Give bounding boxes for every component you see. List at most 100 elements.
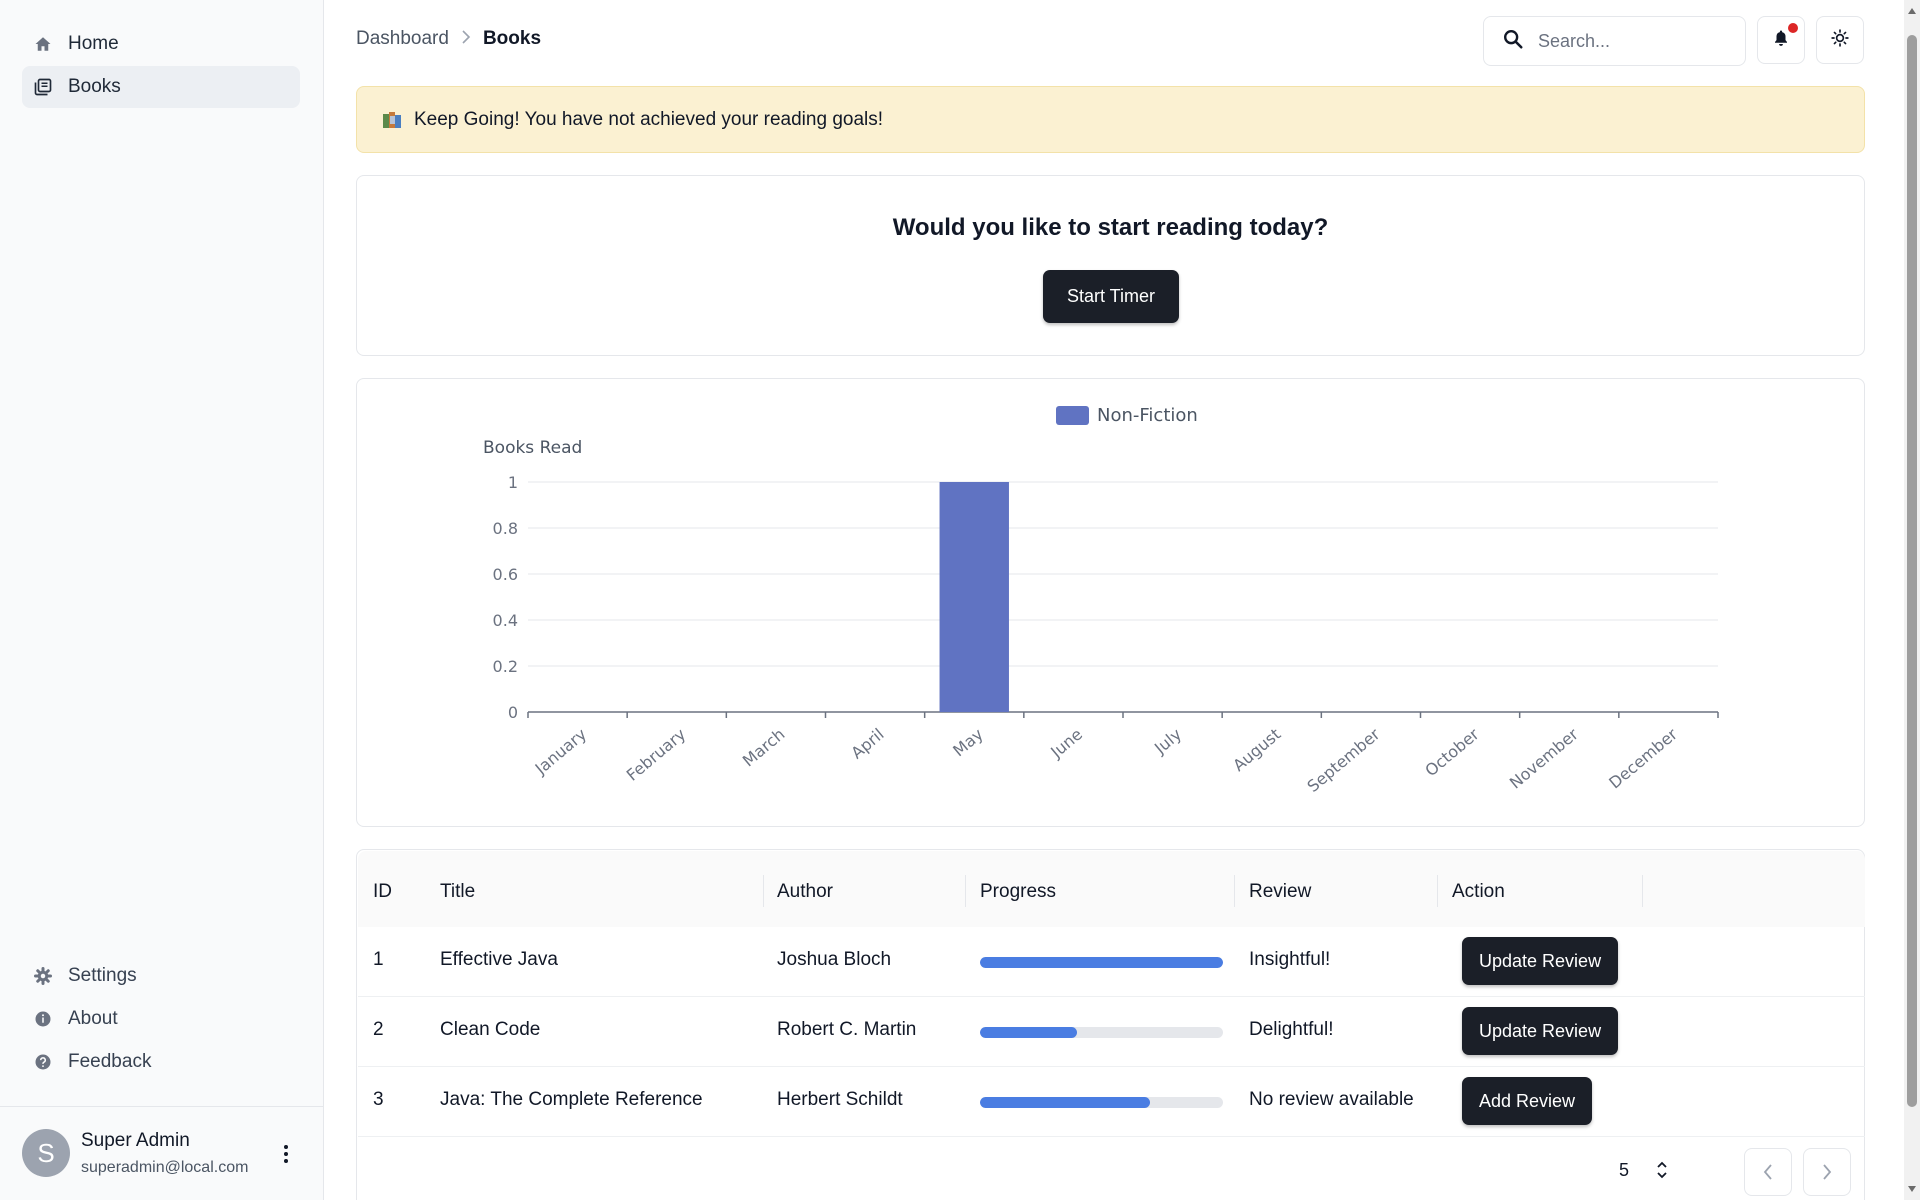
x-tick-label: October — [1421, 724, 1483, 780]
y-tick-label: 0 — [508, 703, 518, 722]
page-size-value: 5 — [1619, 1160, 1630, 1180]
page-scrollbar[interactable] — [1904, 0, 1920, 1200]
column-header-title: Title — [440, 881, 476, 902]
user-profile: S Super Admin superadmin@local.com — [0, 1106, 324, 1200]
cell-id: 2 — [373, 1019, 384, 1040]
cell-review: Delightful! — [1249, 1019, 1334, 1040]
sidebar-item-feedback[interactable]: Feedback — [22, 1041, 300, 1083]
sidebar-item-label: Feedback — [68, 1051, 152, 1072]
sidebar-item-label: About — [68, 1008, 118, 1029]
x-tick-label: December — [1605, 724, 1681, 792]
column-header-progress: Progress — [980, 881, 1057, 902]
start-timer-button[interactable]: Start Timer — [1043, 270, 1179, 323]
help-icon — [34, 1053, 52, 1071]
y-tick-label: 0.2 — [493, 657, 518, 676]
table-row: 3 Java: The Complete Reference Herbert S… — [358, 1067, 1865, 1137]
home-icon — [34, 35, 52, 53]
sidebar-item-label: Home — [68, 33, 119, 54]
user-email: superadmin@local.com — [81, 1159, 249, 1176]
column-divider — [1437, 875, 1438, 907]
x-tick-label: August — [1229, 725, 1284, 776]
table-row: 2 Clean Code Robert C. Martin Delightful… — [358, 997, 1865, 1067]
cell-title: Effective Java — [440, 949, 558, 970]
scroll-down-arrow-icon[interactable] — [1907, 1184, 1917, 1194]
bell-icon — [1772, 29, 1790, 52]
legend-label: Non-Fiction — [1097, 405, 1198, 426]
books-icon — [34, 78, 52, 96]
breadcrumb: Dashboard Books — [356, 28, 541, 50]
breadcrumb-dashboard[interactable]: Dashboard — [356, 28, 449, 50]
cell-author: Joshua Bloch — [777, 949, 892, 970]
gear-icon — [34, 967, 52, 985]
notifications-button[interactable] — [1757, 16, 1805, 64]
table-row: 1 Effective Java Joshua Bloch Insightful… — [358, 927, 1865, 997]
progress-bar — [980, 1027, 1223, 1038]
x-tick-label: May — [949, 725, 987, 761]
column-divider — [763, 875, 764, 907]
previous-page-button[interactable] — [1744, 1148, 1792, 1196]
column-divider — [1234, 875, 1235, 907]
cell-author: Herbert Schildt — [777, 1089, 903, 1110]
bar — [939, 482, 1009, 712]
update-review-button[interactable]: Update Review — [1462, 937, 1619, 985]
breadcrumb-current: Books — [482, 28, 542, 49]
y-tick-label: 0.4 — [493, 611, 518, 630]
column-header-review: Review — [1249, 881, 1312, 902]
user-name: Super Admin — [81, 1130, 190, 1151]
column-header-author: Author — [777, 881, 833, 902]
cell-id: 3 — [373, 1089, 384, 1110]
update-review-button[interactable]: Update Review — [1462, 1007, 1619, 1055]
search-icon — [1502, 28, 1538, 55]
add-review-button[interactable]: Add Review — [1462, 1077, 1593, 1125]
avatar: S — [22, 1129, 70, 1177]
table-header: ID Title Author Progress Review Action — [358, 851, 1865, 927]
cell-title: Java: The Complete Reference — [440, 1089, 703, 1110]
books-read-chart: Non-Fiction Books Read 0 0.2 0.4 0.6 0.8 1 Janua… — [356, 378, 1865, 827]
y-tick-label: 0.6 — [493, 565, 518, 584]
theme-toggle-button[interactable] — [1816, 16, 1864, 64]
x-tick-label: November — [1506, 724, 1582, 792]
sidebar: Home Books Settings About Feedback S Sup… — [0, 0, 324, 1200]
sidebar-item-about[interactable]: About — [22, 998, 300, 1040]
x-tick-label: September — [1304, 724, 1384, 796]
column-header-id: ID — [373, 881, 392, 902]
next-page-button[interactable] — [1803, 1148, 1851, 1196]
cell-author: Robert C. Martin — [777, 1019, 917, 1040]
scrollbar-thumb[interactable] — [1907, 35, 1917, 1107]
search-box[interactable] — [1483, 16, 1746, 66]
timer-prompt: Would you like to start reading today? — [892, 214, 1329, 241]
reading-goal-alert: Keep Going! You have not achieved your r… — [356, 86, 1865, 153]
column-divider — [1642, 875, 1643, 907]
reading-timer-card: Would you like to start reading today? S… — [356, 175, 1865, 356]
chevron-up-down-icon — [1657, 1161, 1667, 1179]
sidebar-item-label: Settings — [68, 965, 137, 986]
more-vertical-icon[interactable] — [276, 1139, 296, 1169]
progress-bar — [980, 1097, 1223, 1108]
page-size-stepper[interactable] — [1654, 1158, 1670, 1182]
x-tick-label: February — [623, 725, 690, 785]
x-tick-label: July — [1150, 725, 1185, 759]
x-tick-label: April — [847, 725, 887, 763]
notification-dot — [1788, 23, 1798, 33]
alert-text: Keep Going! You have not achieved your r… — [414, 108, 884, 130]
sidebar-item-label: Books — [68, 76, 121, 97]
y-tick-label: 1 — [508, 473, 518, 492]
legend-swatch — [1056, 406, 1089, 425]
sidebar-item-books[interactable]: Books — [22, 66, 300, 108]
chart-canvas: Non-Fiction Books Read 0 0.2 0.4 0.6 0.8 1 Janua… — [483, 405, 1719, 796]
chevron-left-icon — [1763, 1164, 1772, 1180]
sidebar-item-home[interactable]: Home — [22, 23, 300, 65]
chevron-right-icon — [461, 29, 471, 49]
y-axis-label: Books Read — [483, 438, 582, 458]
sidebar-item-settings[interactable]: Settings — [22, 955, 300, 997]
books-table: ID Title Author Progress Review Action 1… — [356, 849, 1865, 1200]
cell-review: No review available — [1249, 1089, 1414, 1110]
books-emoji-icon — [382, 111, 404, 129]
column-header-action: Action — [1452, 881, 1505, 902]
cell-review: Insightful! — [1249, 949, 1331, 970]
search-input[interactable] — [1538, 30, 1718, 52]
scroll-up-arrow-icon[interactable] — [1907, 6, 1917, 16]
info-icon — [34, 1010, 52, 1028]
progress-bar — [980, 957, 1223, 968]
x-tick-label: March — [739, 725, 789, 771]
